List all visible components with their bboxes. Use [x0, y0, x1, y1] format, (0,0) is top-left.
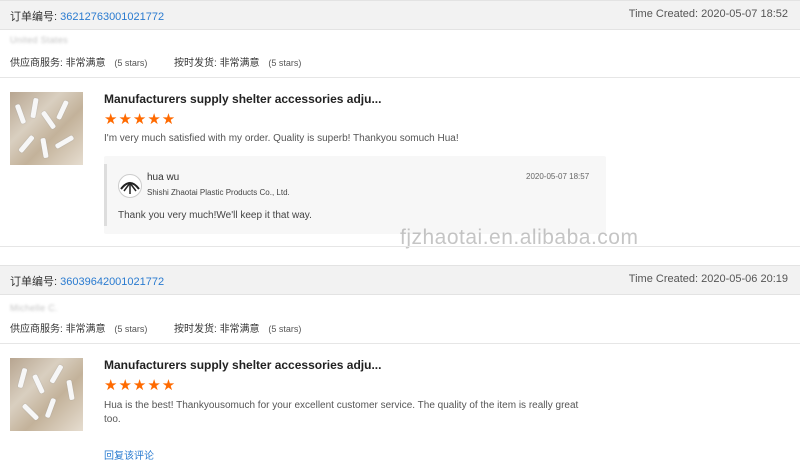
order-number-link[interactable]: 36039642001021772 [60, 276, 164, 288]
order-header: 订单编号: 36039642001021772 Time Created: 20… [0, 265, 800, 295]
supplier-reply-box: hua wu Shishi Zhaotai Plastic Products C… [104, 156, 606, 234]
seller-ratings-row: 供应商服务: 非常满意 (5 stars) 按时发货: 非常满意 (5 star… [10, 54, 301, 69]
supplier-service-label: 供应商服务: [10, 58, 63, 69]
ship-on-time-rating: 按时发货: 非常满意 (5 stars) [174, 54, 301, 69]
ship-on-time-label: 按时发货: [174, 58, 217, 69]
ship-on-time-stars: (5 stars) [268, 58, 302, 68]
rating-stars: ★★★★★ [104, 377, 177, 394]
order-number-link[interactable]: 36212763001021772 [60, 11, 164, 23]
divider [0, 77, 800, 78]
time-created: Time Created: 2020-05-06 20:19 [629, 273, 788, 285]
order-header: 订单编号: 36212763001021772 Time Created: 20… [0, 0, 800, 30]
seller-ratings-row: 供应商服务: 非常满意 (5 stars) 按时发货: 非常满意 (5 star… [10, 320, 301, 335]
reply-text: Thank you very much!We'll keep it that w… [118, 210, 312, 221]
reply-company-name: Shishi Zhaotai Plastic Products Co., Ltd… [147, 188, 290, 197]
ship-on-time-stars: (5 stars) [268, 324, 302, 334]
buyer-name-blurred: United States [10, 35, 68, 45]
time-created-label: Time Created: [628, 273, 699, 285]
buyer-feedback-text: Hua is the best! Thankyousomuch for your… [104, 400, 579, 425]
buyer-name-blurred: Michelle C. [10, 303, 58, 313]
order-number-row: 订单编号: 36212763001021772 [10, 8, 164, 24]
supplier-service-stars: (5 stars) [114, 324, 148, 334]
ship-on-time-rating: 按时发货: 非常满意 (5 stars) [174, 320, 301, 335]
supplier-service-rating: 供应商服务: 非常满意 (5 stars) [10, 58, 147, 69]
supplier-service-value: 非常满意 [65, 324, 106, 335]
supplier-service-stars: (5 stars) [114, 58, 148, 68]
divider [0, 246, 800, 247]
rating-stars: ★★★★★ [104, 111, 177, 128]
supplier-avatar-icon [118, 174, 142, 198]
reply-timestamp: 2020-05-07 18:57 [526, 172, 590, 181]
buyer-feedback-text: I'm very much satisfied with my order. Q… [104, 133, 459, 144]
reply-to-review-link[interactable]: 回复该评论 [104, 447, 154, 462]
reply-author-name: hua wu [147, 172, 180, 183]
time-created: Time Created: 2020-05-07 18:52 [629, 8, 788, 20]
ship-on-time-label: 按时发货: [174, 324, 217, 335]
time-created-value: 2020-05-06 20:19 [701, 273, 788, 285]
divider [0, 343, 800, 344]
product-title-link[interactable]: Manufacturers supply shelter accessories… [104, 92, 381, 106]
ship-on-time-value: 非常满意 [219, 324, 260, 335]
product-thumbnail[interactable] [10, 92, 83, 165]
order-number-label: 订单编号: [10, 11, 58, 23]
supplier-service-value: 非常满意 [65, 58, 106, 69]
time-created-value: 2020-05-07 18:52 [701, 8, 788, 20]
order-number-row: 订单编号: 36039642001021772 [10, 273, 164, 289]
ship-on-time-value: 非常满意 [219, 58, 260, 69]
product-title-link[interactable]: Manufacturers supply shelter accessories… [104, 358, 381, 372]
supplier-service-rating: 供应商服务: 非常满意 (5 stars) [10, 324, 147, 335]
supplier-service-label: 供应商服务: [10, 324, 63, 335]
time-created-label: Time Created: [628, 8, 699, 20]
reply-accent-bar [104, 164, 107, 226]
product-thumbnail[interactable] [10, 358, 83, 431]
order-number-label: 订单编号: [10, 276, 58, 288]
